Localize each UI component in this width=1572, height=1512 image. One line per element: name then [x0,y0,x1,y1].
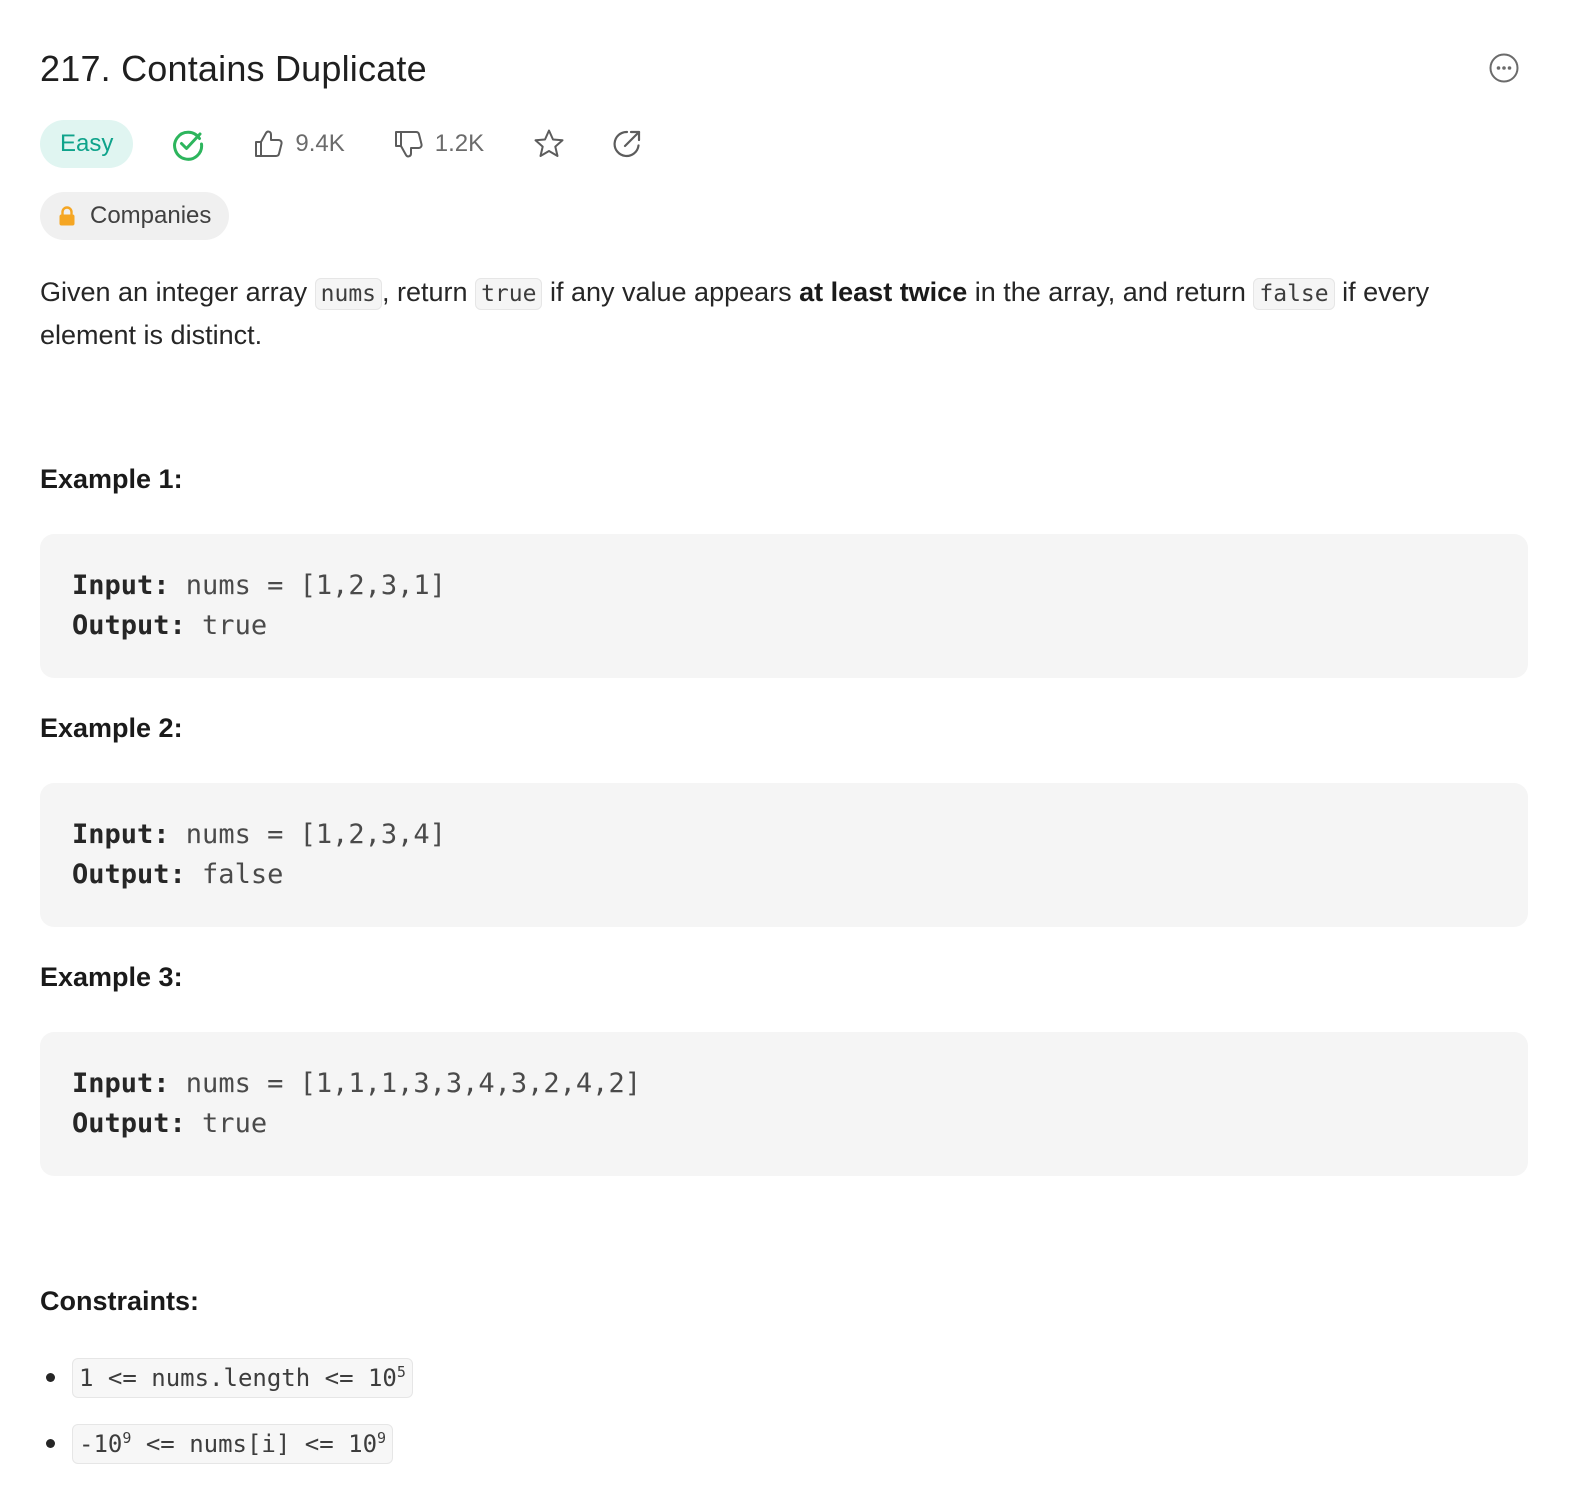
like-button[interactable]: 9.4K [253,128,345,160]
constraint-text: <= nums[i] <= 10 [131,1430,378,1458]
solved-indicator [171,127,205,161]
example-2-block: Input: nums = [1,2,3,4] Output: false [40,783,1528,927]
input-label: Input: [72,819,170,850]
statement-text: , return [382,277,476,307]
thumbs-up-icon [255,130,283,157]
input-value: nums = [1,2,3,4] [169,819,446,850]
dislike-button[interactable]: 1.2K [393,128,484,160]
statement-text: Given an integer array [40,277,315,307]
dislikes-count: 1.2K [434,130,485,157]
likes-count: 9.4K [295,130,345,157]
constraint-text: -10 [79,1430,123,1458]
companies-tag[interactable]: Companies [40,192,230,240]
output-label: Output: [72,859,186,890]
inline-code: false [1253,278,1335,310]
star-icon [534,129,564,157]
constraint-text: 1 <= nums.length <= 10 [79,1364,397,1392]
emphasis-text: at least twice [799,277,968,307]
constraint-exponent: 5 [396,1363,406,1381]
example-1-title: Example 1: [40,464,183,494]
lock-icon [59,206,75,226]
problem-statement: Given an integer array nums, return true… [40,272,1528,356]
inline-code: nums [314,278,383,310]
constraints-list: 1 <= nums.length <= 105 -10 9 <= nums[i] … [40,1358,413,1490]
problem-title: 217. Contains Duplicate [40,48,427,89]
solved-check-icon [173,130,204,161]
share-icon [613,130,641,158]
companies-label: Companies [90,202,212,229]
output-value: false [185,859,284,890]
constraint-exponent: 9 [377,1429,387,1447]
output-label: Output: [72,610,186,641]
more-icon[interactable] [1488,52,1520,84]
constraint-code: -109 <= nums[i] <= 109 [72,1424,394,1464]
output-value: true [185,610,268,641]
input-label: Input: [72,570,170,601]
share-button[interactable] [610,127,644,161]
favorite-button[interactable] [532,127,566,161]
title-row: 217. Contains Duplicate [40,44,1528,94]
example-3-title: Example 3: [40,962,183,992]
bullet-dot [46,1439,55,1448]
statement-text: in the array, and return [967,277,1254,307]
input-value: nums = [1,1,1,3,3,4,3,2,4,2] [169,1068,641,1099]
statement-text: if any value appears [542,277,800,307]
output-value: true [185,1108,268,1139]
constraint-item: 1 <= nums.length <= 105 [40,1358,413,1398]
bullet-dot [46,1373,55,1382]
output-label: Output: [72,1108,186,1139]
constraints-title: Constraints: [40,1286,200,1316]
input-label: Input: [72,1068,170,1099]
example-2-title: Example 2: [40,713,183,743]
input-value: nums = [1,2,3,1] [169,570,446,601]
difficulty-badge: Easy [40,120,134,168]
example-3-block: Input: nums = [1,1,1,3,3,4,3,2,4,2] Outp… [40,1032,1528,1176]
example-1-block: Input: nums = [1,2,3,1] Output: true [40,534,1528,678]
problem-meta-row: Easy 9.4K 1.2K [40,120,644,168]
thumbs-down-icon [394,131,423,158]
constraint-code: 1 <= nums.length <= 105 [72,1358,413,1398]
inline-code: true [475,278,543,310]
constraint-item: -109 <= nums[i] <= 109 [40,1424,413,1464]
